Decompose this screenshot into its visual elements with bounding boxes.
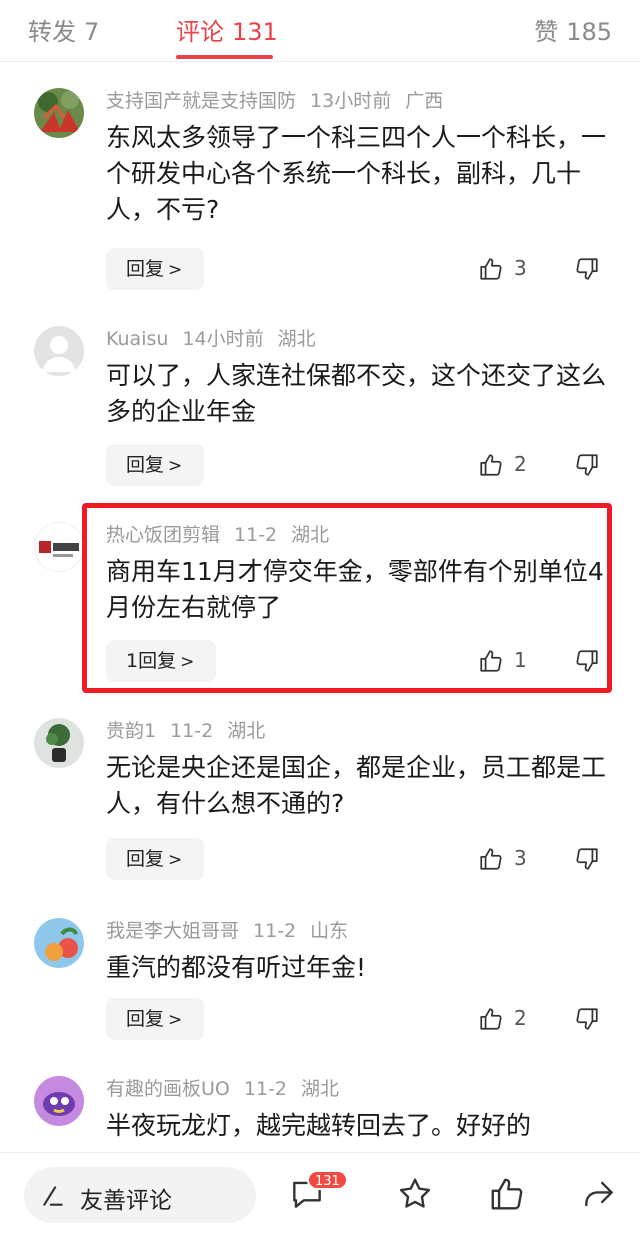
reply-button[interactable]: 回复 > (106, 444, 204, 486)
comment-time: 14小时前 (182, 328, 264, 350)
active-tab-indicator (176, 55, 273, 59)
dislike-button[interactable] (574, 838, 606, 880)
thumb-up-icon (480, 258, 502, 280)
like-button[interactable]: 2 (478, 998, 538, 1040)
tab-forward[interactable]: 转发 7 (28, 12, 99, 47)
comment-text: 可以了，人家连社保都不交，这个还交了这么多的企业年金 (106, 361, 607, 426)
comment-meta: Kuaisu 14小时前 湖北 (106, 326, 330, 352)
comment-text: 半夜玩龙灯，越完越转回去了。好好的 (106, 1111, 532, 1140)
thumb-down-icon (576, 848, 598, 870)
tab-likes-count: 185 (566, 18, 612, 46)
avatar[interactable] (34, 1076, 84, 1126)
dislike-button[interactable] (574, 248, 606, 290)
comment-location: 湖北 (227, 720, 266, 742)
tab-comments-count: 131 (232, 18, 278, 46)
avatar[interactable] (34, 918, 84, 968)
comment-item: 支持国产就是支持国防 13小时前 广西 东风太多领导了一个科三四个人一个科长，一个研… (0, 88, 640, 298)
highlight-box (82, 503, 612, 693)
comment-text: 重汽的都没有听过年金! (106, 953, 367, 982)
comment-location: 广西 (405, 90, 444, 112)
comment-username[interactable]: 贵韵1 (106, 720, 156, 742)
reply-label: 回复 (126, 848, 165, 870)
comment-tabs: 转发 7 评论 131 赞 185 (0, 0, 640, 62)
share-icon[interactable] (580, 1175, 618, 1213)
chevron-right-icon: > (168, 456, 183, 476)
comment-count-badge: 131 (307, 1170, 348, 1190)
comment-time: 11-2 (253, 920, 297, 942)
tab-comments[interactable]: 评论 131 (176, 12, 278, 47)
comment-time: 13小时前 (310, 90, 392, 112)
like-count: 3 (514, 256, 527, 280)
avatar[interactable] (34, 522, 84, 572)
comment-location: 湖北 (277, 328, 316, 350)
like-button[interactable]: 2 (478, 444, 538, 486)
like-button[interactable]: 3 (478, 838, 538, 880)
tab-likes-label: 赞 (534, 18, 559, 46)
like-count: 2 (514, 452, 527, 476)
thumb-down-icon (576, 258, 598, 280)
comment-time: 11-2 (170, 720, 214, 742)
thumb-down-icon (576, 454, 598, 476)
star-icon[interactable] (396, 1175, 434, 1213)
tab-forward-count: 7 (84, 18, 100, 46)
comment-meta: 贵韵1 11-2 湖北 (106, 718, 279, 744)
comment-meta: 有趣的画板UO 11-2 湖北 (106, 1076, 353, 1102)
thumb-up-icon (480, 454, 502, 476)
tab-likes[interactable]: 赞 185 (534, 12, 612, 47)
thumb-up-icon (480, 1008, 502, 1030)
chevron-right-icon: > (168, 1010, 183, 1030)
like-count: 3 (514, 846, 527, 870)
friendly-comment-label: 友善评论 (80, 1188, 172, 1214)
like-button[interactable]: 3 (478, 248, 538, 290)
comment-username[interactable]: 有趣的画板UO (106, 1078, 230, 1100)
comment-location: 湖北 (301, 1078, 340, 1100)
comment-input-button[interactable]: 友善评论 (24, 1167, 256, 1223)
comment-item: 我是李大姐哥哥 11-2 山东 重汽的都没有听过年金! 回复 > 2 (0, 918, 640, 1048)
comment-item: 有趣的画板UO 11-2 湖北 半夜玩龙灯，越完越转回去了。好好的 (0, 1076, 640, 1152)
comment-meta: 我是李大姐哥哥 11-2 山东 (106, 918, 362, 944)
thumb-down-icon (576, 1008, 598, 1030)
thumb-up-icon (480, 848, 502, 870)
reply-label: 回复 (126, 1008, 165, 1030)
comment-text: 东风太多领导了一个科三四个人一个科长，一个研发中心各个系统一个科长，副科，几十人… (106, 123, 607, 224)
chevron-right-icon: > (168, 260, 183, 280)
comment-username[interactable]: 我是李大姐哥哥 (106, 920, 239, 942)
tab-comments-label: 评论 (176, 18, 224, 46)
reply-label: 回复 (126, 454, 165, 476)
comment-text: 无论是央企还是国企，都是企业，员工都是工人，有什么想不通的? (106, 753, 607, 818)
comment-meta: 支持国产就是支持国防 13小时前 广西 (106, 88, 457, 114)
like-count: 2 (514, 1006, 527, 1030)
tab-forward-label: 转发 (28, 18, 76, 46)
reply-button[interactable]: 回复 > (106, 838, 204, 880)
avatar[interactable] (34, 88, 84, 138)
comment-item: Kuaisu 14小时前 湖北 可以了，人家连社保都不交，这个还交了这么多的企业年金… (0, 326, 640, 496)
comment-time: 11-2 (243, 1078, 287, 1100)
chevron-right-icon: > (168, 850, 183, 870)
comment-item: 贵韵1 11-2 湖北 无论是央企还是国企，都是企业，员工都是工人，有什么想不通的?… (0, 718, 640, 888)
reply-button[interactable]: 回复 > (106, 248, 204, 290)
reply-label: 回复 (126, 258, 165, 280)
bottom-action-bar: 友善评论 (0, 1152, 640, 1234)
pen-icon (43, 1186, 63, 1206)
avatar[interactable] (34, 718, 84, 768)
comment-username[interactable]: Kuaisu (106, 328, 168, 350)
thumb-up-icon[interactable] (488, 1175, 526, 1213)
dislike-button[interactable] (574, 444, 606, 486)
dislike-button[interactable] (574, 998, 606, 1040)
comment-username[interactable]: 支持国产就是支持国防 (106, 90, 296, 112)
reply-button[interactable]: 回复 > (106, 998, 204, 1040)
comment-location: 山东 (310, 920, 349, 942)
avatar[interactable] (34, 326, 84, 376)
